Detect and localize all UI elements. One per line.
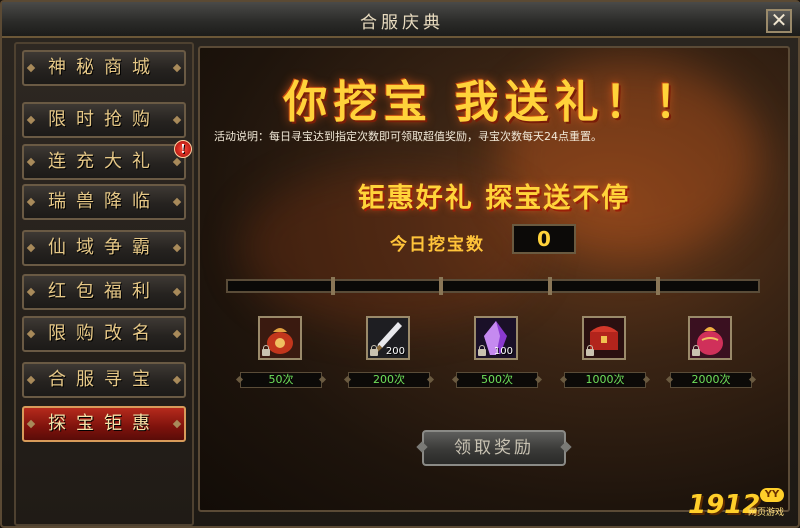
window-title: 合服庆典 xyxy=(360,13,444,33)
site-logo: 1912 YY 网页游戏 xyxy=(688,488,784,520)
sidebar-item-mystic-shop[interactable]: 神秘商城 xyxy=(22,50,186,86)
lock-icon xyxy=(692,345,700,356)
progress-node xyxy=(548,277,552,295)
reward-quantity: 200 xyxy=(385,346,405,357)
sidebar-item-rename[interactable]: 限购改名 xyxy=(22,316,186,352)
lock-icon xyxy=(370,345,378,356)
headline: 你挖宝 我送礼！！ xyxy=(283,77,705,128)
logo-badge: YY xyxy=(760,488,784,502)
reward-item: 1000次 xyxy=(562,316,648,396)
reward-slot[interactable] xyxy=(688,316,732,360)
activity-description: 活动说明：每日寻宝达到指定次数即可领取超值奖励，寻宝次数每天24点重置。 xyxy=(214,130,602,143)
reward-item: 50次 xyxy=(238,316,324,396)
reward-slot[interactable] xyxy=(582,316,626,360)
sidebar-item-merge-treasure[interactable]: 合服寻宝 xyxy=(22,362,186,398)
progress-node xyxy=(331,277,335,295)
reward-requirement: 500次 xyxy=(456,372,538,388)
reward-requirement: 50次 xyxy=(240,372,322,388)
title-bar: 合服庆典 ✕ xyxy=(2,2,800,38)
lock-icon xyxy=(478,345,486,356)
sidebar-item-realm-battle[interactable]: 仙域争霸 xyxy=(22,230,186,266)
reward-slot[interactable]: 200 xyxy=(366,316,410,360)
lock-icon xyxy=(262,345,270,356)
reward-requirement: 200次 xyxy=(348,372,430,388)
close-button[interactable]: ✕ xyxy=(766,9,792,33)
reward-requirement: 2000次 xyxy=(670,372,752,388)
alert-icon: ! xyxy=(174,140,192,158)
reward-item: 100 500次 xyxy=(454,316,540,396)
claim-reward-button[interactable]: 领取奖励 xyxy=(422,430,566,466)
subheadline: 钜惠好礼 探宝送不停 xyxy=(357,183,631,214)
sidebar-item-treasure-deals[interactable]: 探宝钜惠 xyxy=(22,406,186,442)
reward-slot[interactable] xyxy=(258,316,302,360)
sidebar-menu: 神秘商城 限时抢购 连充大礼! 瑞兽降临 仙域争霸 红包福利 限购改名 合服寻宝… xyxy=(14,42,194,526)
progress-node xyxy=(439,277,443,295)
main-panel: 你挖宝 我送礼！！ 活动说明：每日寻宝达到指定次数即可领取超值奖励，寻宝次数每天… xyxy=(198,46,790,512)
progress-node xyxy=(656,277,660,295)
sidebar-item-auspicious-beast[interactable]: 瑞兽降临 xyxy=(22,184,186,220)
reward-item: 2000次 xyxy=(668,316,754,396)
sidebar-item-recharge-gift[interactable]: 连充大礼! xyxy=(22,140,192,180)
progress-track xyxy=(226,277,760,295)
sidebar-item-flash-sale[interactable]: 限时抢购 xyxy=(22,102,186,138)
reward-requirement: 1000次 xyxy=(564,372,646,388)
dig-count-label: 今日挖宝数 xyxy=(390,235,485,255)
logo-caption: 网页游戏 xyxy=(747,508,784,518)
reward-quantity: 100 xyxy=(493,346,513,357)
lock-icon xyxy=(586,345,594,356)
sidebar-item-label: 连充大礼 xyxy=(48,151,160,172)
dig-count-value: 0 xyxy=(512,224,576,254)
event-window: 合服庆典 ✕ 神秘商城 限时抢购 连充大礼! 瑞兽降临 仙域争霸 红包福利 限购… xyxy=(0,0,800,528)
sidebar-item-red-packet[interactable]: 红包福利 xyxy=(22,274,186,310)
reward-slot[interactable]: 100 xyxy=(474,316,518,360)
reward-item: 200 200次 xyxy=(346,316,432,396)
